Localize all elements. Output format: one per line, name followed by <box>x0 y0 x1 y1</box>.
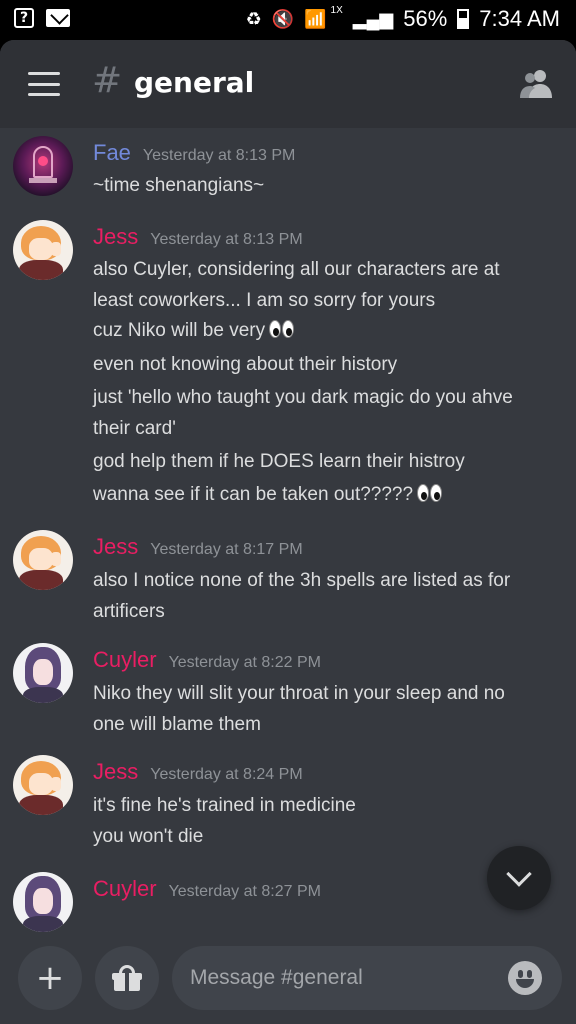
avatar[interactable] <box>13 136 73 196</box>
message-timestamp: Yesterday at 8:13 PM <box>142 147 296 164</box>
battery-percent: 56% <box>403 6 448 31</box>
gift-icon <box>112 965 142 991</box>
avatar[interactable] <box>13 530 73 590</box>
clock: 7:34 AM <box>479 6 560 31</box>
message-timestamp: Yesterday at 8:24 PM <box>150 766 303 783</box>
message-timestamp: Yesterday at 8:17 PM <box>150 541 303 558</box>
signal-icon: ▂▄▆ <box>352 8 394 29</box>
avatar[interactable] <box>13 643 73 703</box>
add-attachment-button[interactable]: + <box>18 946 82 1010</box>
message-text: god help them if he DOES learn their his… <box>93 451 465 472</box>
message-author[interactable]: Jess <box>93 759 138 785</box>
eyes-emoji-icon <box>417 484 443 508</box>
scroll-to-bottom-button[interactable] <box>487 846 551 910</box>
message-author[interactable]: Jess <box>93 224 138 250</box>
message-input-box[interactable] <box>172 946 562 1010</box>
message-author[interactable]: Cuyler <box>93 876 157 902</box>
message-timestamp: Yesterday at 8:22 PM <box>168 654 321 671</box>
message-list[interactable]: Fae Yesterday at 8:13 PM ~time shenangia… <box>0 128 576 936</box>
message-text: wanna see if it can be taken out????? <box>93 484 443 508</box>
wifi-icon: 📶 <box>304 8 327 29</box>
network-type-badge: 1X <box>330 4 343 16</box>
message-text: one will blame them <box>93 714 261 735</box>
eyes-emoji-icon <box>269 320 295 344</box>
message-text-part: wanna see if it can be taken out????? <box>93 484 414 505</box>
members-icon[interactable] <box>518 68 554 98</box>
battery-icon <box>457 9 470 29</box>
status-bar-notifications: ? <box>14 8 70 28</box>
avatar[interactable] <box>13 872 73 932</box>
message-text: you won't die <box>93 826 204 847</box>
emoji-picker-icon[interactable] <box>508 961 542 995</box>
status-bar: ? ♻ 🔇 📶 1X ▂▄▆ 56% 7:34 AM <box>0 0 576 40</box>
chevron-down-icon <box>506 861 532 887</box>
message-header: Cuyler Yesterday at 8:22 PM <box>93 647 321 673</box>
mute-icon: 🔇 <box>271 8 295 29</box>
message-header: Jess Yesterday at 8:13 PM <box>93 224 303 250</box>
message-text: Niko they will slit your throat in your … <box>93 683 505 704</box>
message-timestamp: Yesterday at 8:13 PM <box>150 231 303 248</box>
avatar[interactable] <box>13 755 73 815</box>
message-text-part: cuz Niko will be very <box>93 320 266 341</box>
message-composer: + <box>0 936 576 1024</box>
discord-app: # general Fae Yesterday at 8:13 PM ~time… <box>0 40 576 1024</box>
message-text: it's fine he's trained in medicine <box>93 795 356 816</box>
plus-icon: + <box>35 958 65 998</box>
message-input[interactable] <box>190 946 490 1010</box>
status-bar-system: ♻ 🔇 📶 1X ▂▄▆ 56% 7:34 AM <box>245 4 560 32</box>
channel-title: general <box>134 66 255 99</box>
message-author[interactable]: Cuyler <box>93 647 157 673</box>
mail-notification-icon <box>46 9 70 27</box>
channel-hash-icon: # <box>92 60 123 101</box>
recycle-icon: ♻ <box>245 8 262 29</box>
help-notification-icon: ? <box>14 8 34 28</box>
message-text: also I notice none of the 3h spells are … <box>93 570 511 591</box>
message-author[interactable]: Jess <box>93 534 138 560</box>
message-text: just 'hello who taught you dark magic do… <box>93 387 513 408</box>
message-text: also Cuyler, considering all our charact… <box>93 259 500 280</box>
message-text: least coworkers... I am so sorry for you… <box>93 290 436 311</box>
gift-button[interactable] <box>95 946 159 1010</box>
channel-header: # general <box>0 40 576 128</box>
message-text: cuz Niko will be very <box>93 320 295 344</box>
message-header: Cuyler Yesterday at 8:27 PM <box>93 876 321 902</box>
message-text: ~time shenangians~ <box>93 175 265 196</box>
message-header: Fae Yesterday at 8:13 PM <box>93 140 295 166</box>
message-header: Jess Yesterday at 8:24 PM <box>93 759 303 785</box>
menu-icon[interactable] <box>28 72 60 96</box>
message-author[interactable]: Fae <box>93 140 131 166</box>
message-timestamp: Yesterday at 8:27 PM <box>168 883 321 900</box>
message-text: even not knowing about their history <box>93 354 398 375</box>
avatar[interactable] <box>13 220 73 280</box>
message-text: their card' <box>93 418 176 439</box>
message-header: Jess Yesterday at 8:17 PM <box>93 534 303 560</box>
message-text: artificers <box>93 601 165 622</box>
